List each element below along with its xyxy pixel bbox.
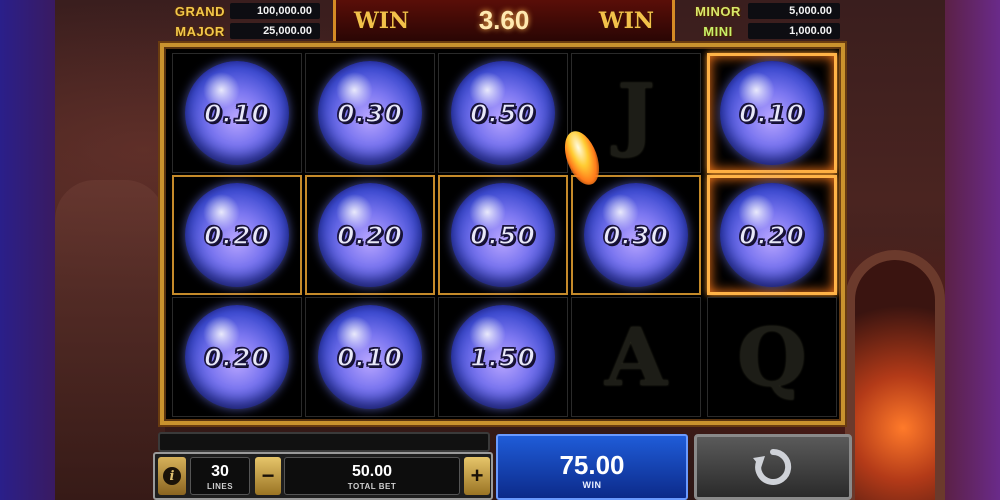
orb-value: 0.30 (336, 98, 403, 129)
jackpot-grand-value: 100,000.00 (230, 3, 320, 19)
orb-value: 0.10 (336, 342, 403, 373)
jackpot-grand: GRAND 100,000.00 (170, 2, 320, 20)
orb-value: 0.50 (469, 220, 536, 251)
reel-cell-r3-c5: Q (707, 297, 837, 417)
jackpot-grand-label: GRAND (174, 3, 226, 19)
letter-symbol-a: A (604, 310, 668, 404)
orb-symbol: 0.50 (451, 183, 555, 287)
reel-cell-r2-c4: 0.30 (571, 175, 701, 295)
orb-value: 0.30 (602, 220, 669, 251)
total-bet-display: 50.00 TOTAL BET (284, 457, 460, 495)
spin-refresh-icon (753, 448, 792, 485)
orb-value: 0.10 (203, 98, 270, 129)
win-banner: WIN 3.60 WIN (333, 0, 675, 44)
jackpot-minor: MINOR 5,000.00 (688, 2, 840, 20)
reel-cell-r1-c1: 0.10 (172, 53, 302, 173)
info-button[interactable]: i (158, 457, 186, 495)
reel-cell-r2-c5: 0.20 (707, 175, 837, 295)
reel-cell-r3-c3: 1.50 (438, 297, 568, 417)
jackpot-major: MAJOR 25,000.00 (170, 22, 320, 40)
total-bet-label: TOTAL BET (347, 482, 397, 491)
reel-cell-r3-c2: 0.10 (305, 297, 435, 417)
win-label: WIN (582, 480, 602, 490)
message-bar (158, 432, 490, 452)
background-pillar (55, 180, 165, 500)
win-value: 75.00 (559, 450, 625, 480)
reel-cell-r3-c1: 0.20 (172, 297, 302, 417)
orb-symbol: 0.10 (185, 61, 289, 165)
total-bet-value: 50.00 (351, 463, 393, 480)
jackpot-minor-label: MINOR (695, 3, 741, 19)
orb-symbol: 0.20 (185, 183, 289, 287)
orb-value: 0.20 (738, 220, 805, 251)
bet-increase-button[interactable]: + (464, 457, 490, 495)
spin-button[interactable] (694, 434, 852, 500)
letter-symbol-j: J (617, 66, 655, 160)
background-furnace-arch (845, 250, 945, 500)
reel-cell-r1-c2: 0.30 (305, 53, 435, 173)
orb-symbol: 0.20 (720, 183, 824, 287)
orb-value: 1.50 (469, 342, 536, 373)
orb-symbol: 0.20 (318, 183, 422, 287)
orb-value: 0.50 (469, 98, 536, 129)
orb-symbol: 0.10 (720, 61, 824, 165)
win-banner-amount: 3.60 (478, 5, 530, 35)
orb-value: 0.10 (738, 98, 805, 129)
info-icon: i (163, 467, 181, 485)
reel-grid: 0.10 0.30 0.50 J 0.10 0.20 0.20 0.50 0.3… (160, 43, 845, 425)
orb-symbol: 1.50 (451, 305, 555, 409)
reel-cell-r2-c1: 0.20 (172, 175, 302, 295)
reel-cell-r2-c2: 0.20 (305, 175, 435, 295)
letter-symbol-q: Q (737, 310, 807, 404)
jackpot-minor-value: 5,000.00 (748, 3, 840, 19)
orb-symbol: 0.50 (451, 61, 555, 165)
lines-display: 30 LINES (190, 457, 250, 495)
lines-value: 30 (211, 463, 229, 480)
reel-cell-r1-c3: 0.50 (438, 53, 568, 173)
reel-cell-r2-c3: 0.50 (438, 175, 568, 295)
win-banner-right-word: WIN (598, 7, 654, 34)
lines-label: LINES (206, 482, 234, 491)
reel-cell-r3-c4: A (571, 297, 701, 417)
jackpot-major-label: MAJOR (175, 23, 225, 39)
orb-symbol: 0.30 (584, 183, 688, 287)
jackpot-mini-label: MINI (703, 23, 733, 39)
orb-value: 0.20 (336, 220, 403, 251)
jackpot-mini: MINI 1,000.00 (688, 22, 840, 40)
jackpot-major-value: 25,000.00 (230, 23, 320, 39)
jackpot-mini-value: 1,000.00 (748, 23, 840, 39)
bet-decrease-button[interactable]: − (255, 457, 281, 495)
orb-symbol: 0.10 (318, 305, 422, 409)
orb-value: 0.20 (203, 220, 270, 251)
orb-symbol: 0.30 (318, 61, 422, 165)
orb-symbol: 0.20 (185, 305, 289, 409)
win-banner-left-word: WIN (354, 7, 410, 34)
win-display: 75.00 WIN (496, 434, 688, 500)
reel-cell-r1-c5: 0.10 (707, 53, 837, 173)
orb-value: 0.20 (203, 342, 270, 373)
